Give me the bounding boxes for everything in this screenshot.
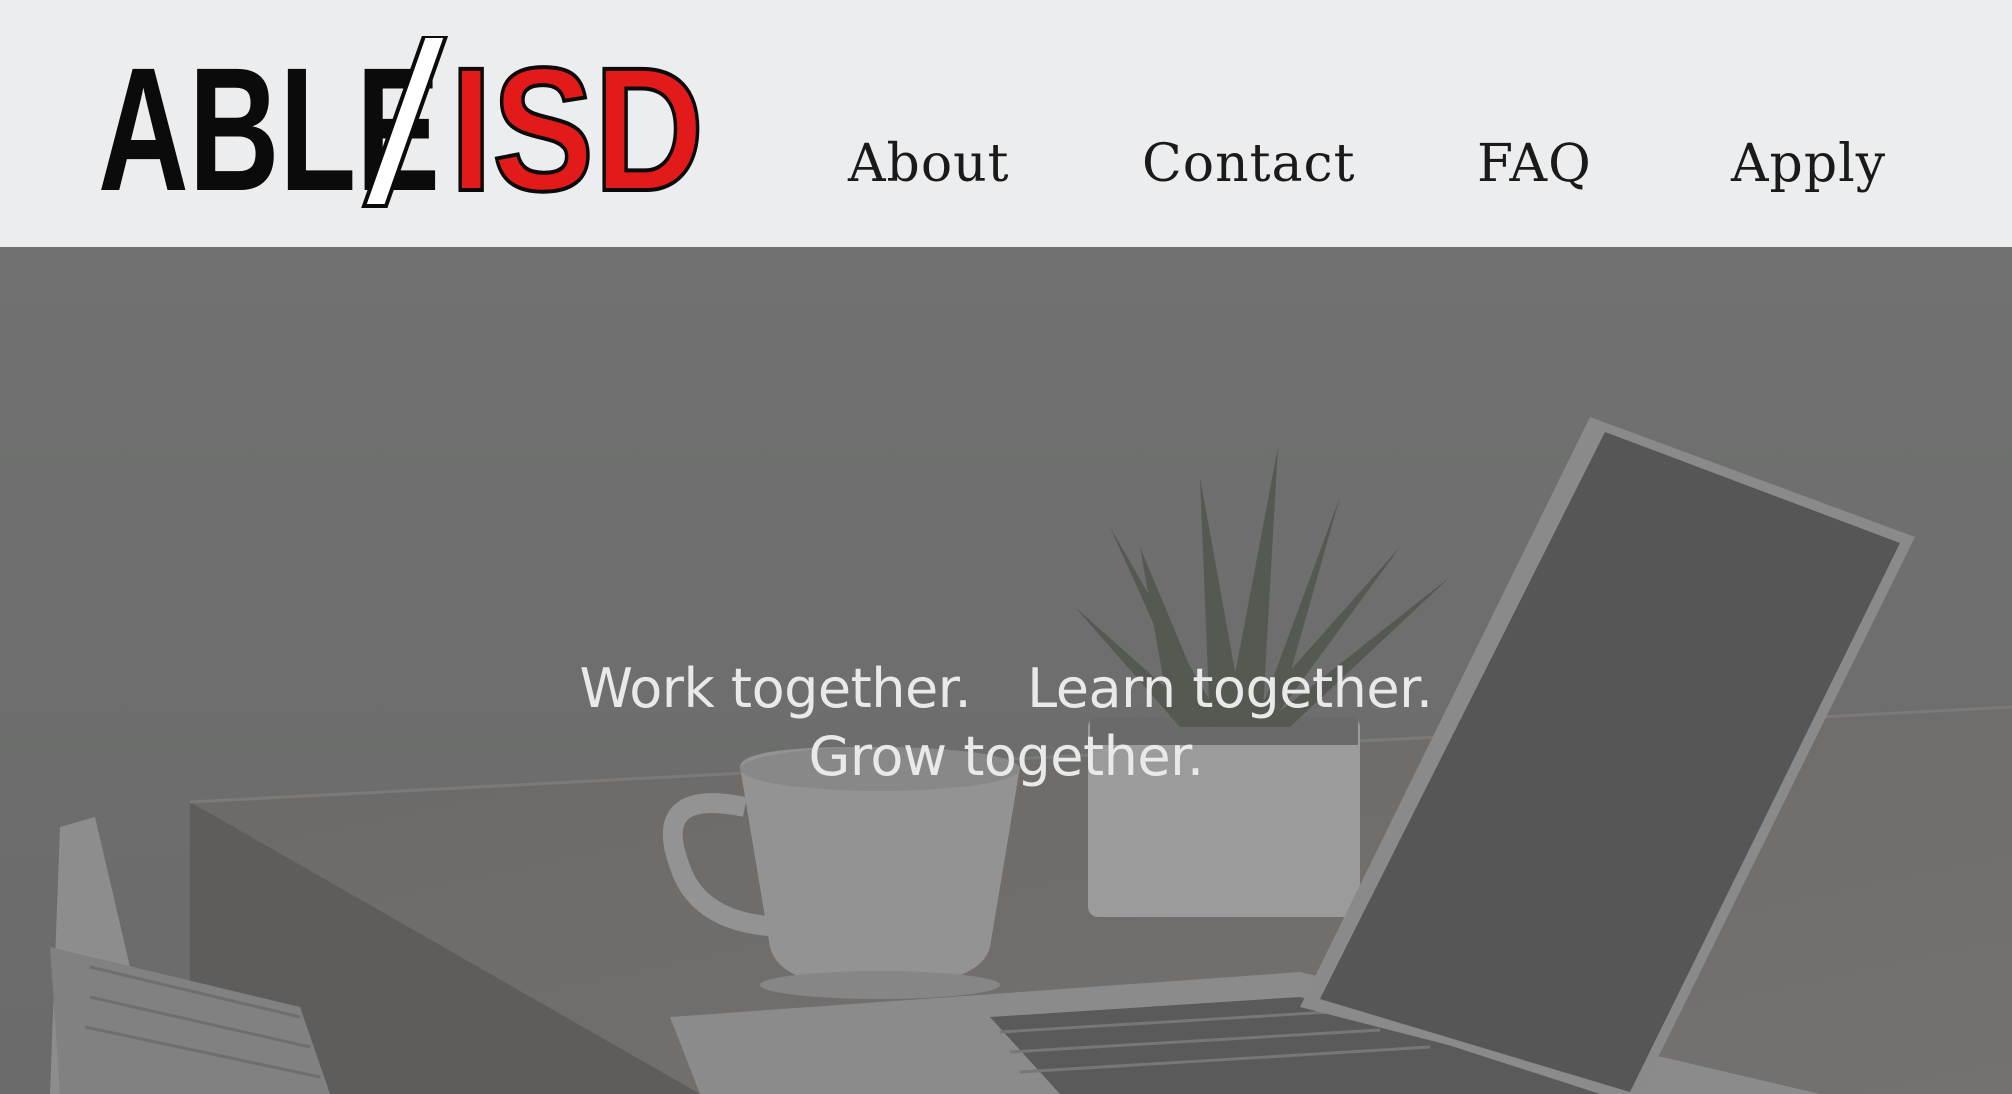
main-nav: About Contact FAQ Apply	[0, 124, 2012, 204]
hero-section: Work together. Learn together. Grow toget…	[0, 247, 2012, 1094]
tagline-grow: Grow together.	[808, 725, 1204, 788]
tagline-work: Work together.	[579, 657, 972, 720]
site-header: ABLE ISD About Contact FAQ Apply	[0, 0, 2012, 247]
tagline-line-1: Work together. Learn together.	[0, 655, 2012, 723]
page: ABLE ISD About Contact FAQ Apply Work to…	[0, 0, 2012, 1094]
nav-link-faq[interactable]: FAQ	[1477, 124, 1592, 204]
nav-link-about[interactable]: About	[848, 124, 1010, 204]
nav-link-apply[interactable]: Apply	[1731, 124, 1886, 204]
nav-link-contact[interactable]: Contact	[1142, 124, 1356, 204]
tagline-learn: Learn together.	[1027, 657, 1433, 720]
hero-tagline: Work together. Learn together. Grow toget…	[0, 655, 2012, 791]
